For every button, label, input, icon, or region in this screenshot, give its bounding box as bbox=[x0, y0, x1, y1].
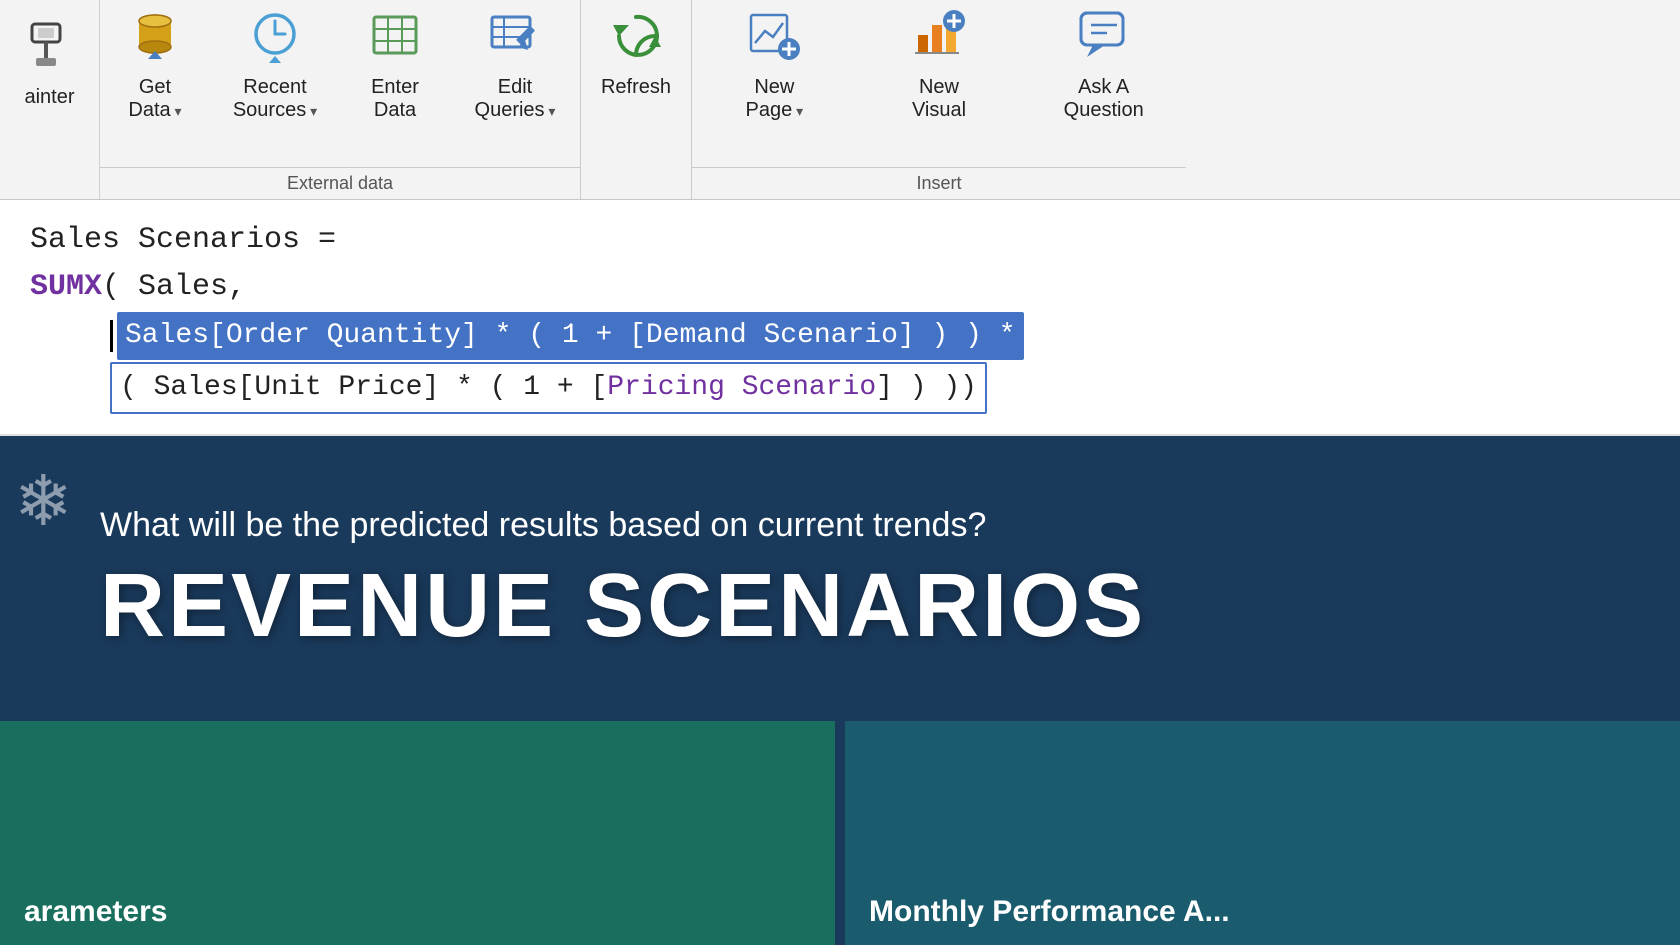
formula-sumx-rest: ( Sales, bbox=[102, 265, 246, 310]
new-page-button[interactable]: New Page ▾ bbox=[692, 0, 857, 167]
enter-data-label: Enter Data bbox=[371, 76, 419, 122]
revenue-question: What will be the predicted results based… bbox=[100, 506, 1620, 545]
ask-question-icon bbox=[1076, 8, 1132, 64]
painter-button[interactable]: ainter bbox=[12, 10, 88, 199]
formula-line-4: ( Sales[Unit Price] * ( 1 + [Pricing Sce… bbox=[110, 362, 1650, 414]
formula-line-3: Sales[Order Quantity] * ( 1 + [Demand Sc… bbox=[110, 312, 1650, 360]
lower-section: ❄ What will be the predicted results bas… bbox=[0, 436, 1680, 945]
formula-pricing: Pricing Scenario bbox=[607, 367, 876, 409]
edit-queries-icon bbox=[487, 8, 543, 64]
painter-section: ainter bbox=[0, 0, 100, 199]
recent-sources-button[interactable]: Recent Sources ▾ bbox=[210, 0, 340, 167]
toolbar: ainter bbox=[0, 0, 1680, 200]
refresh-icon bbox=[608, 8, 664, 64]
formula-sumx: SUMX bbox=[30, 265, 102, 310]
external-data-group: Get Data ▾ bbox=[100, 0, 581, 199]
painter-label: ainter bbox=[24, 86, 74, 109]
formula-line-1: Sales Scenarios = bbox=[30, 218, 1650, 263]
bottom-card-left-label: arameters bbox=[24, 895, 167, 929]
formula-line4-suffix: ] ) )) bbox=[876, 367, 977, 409]
recent-sources-icon bbox=[247, 8, 303, 64]
insert-group: New Page ▾ bbox=[692, 0, 1186, 199]
formula-line4-boxed: ( Sales[Unit Price] * ( 1 + [Pricing Sce… bbox=[110, 362, 987, 414]
painter-icon bbox=[22, 18, 78, 74]
external-data-label: External data bbox=[100, 167, 580, 199]
new-page-label: New Page ▾ bbox=[746, 76, 804, 122]
recent-sources-label: Recent Sources ▾ bbox=[233, 76, 317, 122]
revenue-title: REVENUE SCENARIOS bbox=[100, 561, 1620, 651]
ask-question-button[interactable]: Ask A Question bbox=[1021, 0, 1186, 167]
bottom-cards: arameters Monthly Performance A... bbox=[0, 721, 1680, 945]
new-visual-button[interactable]: New Visual bbox=[857, 0, 1022, 167]
get-data-label: Get Data ▾ bbox=[128, 76, 181, 122]
bottom-card-right[interactable]: Monthly Performance A... bbox=[845, 721, 1680, 945]
refresh-label: Refresh bbox=[601, 76, 671, 99]
formula-line-2: SUMX ( Sales, bbox=[30, 265, 1650, 310]
get-data-arrow: ▾ bbox=[171, 103, 182, 119]
enter-data-button[interactable]: Enter Data bbox=[340, 0, 450, 167]
bottom-card-right-label: Monthly Performance A... bbox=[869, 895, 1230, 929]
get-data-icon bbox=[127, 8, 183, 64]
new-page-icon bbox=[746, 8, 802, 64]
edit-queries-label: Edit Queries ▾ bbox=[475, 76, 556, 122]
enter-data-icon bbox=[367, 8, 423, 64]
formula-cursor bbox=[110, 320, 113, 352]
refresh-button[interactable]: Refresh bbox=[581, 0, 691, 171]
formula-line3-selected: Sales[Order Quantity] * ( 1 + [Demand Sc… bbox=[117, 312, 1024, 360]
get-data-button[interactable]: Get Data ▾ bbox=[100, 0, 210, 167]
new-visual-icon bbox=[911, 8, 967, 64]
ask-question-label: Ask A Question bbox=[1064, 76, 1144, 122]
formula-assignment: Sales Scenarios = bbox=[30, 218, 336, 263]
formula-editor[interactable]: Sales Scenarios = SUMX ( Sales, Sales[Or… bbox=[0, 200, 1680, 436]
edit-queries-button[interactable]: Edit Queries ▾ bbox=[450, 0, 580, 167]
revenue-banner: What will be the predicted results based… bbox=[0, 436, 1680, 711]
formula-line4-prefix: ( Sales[Unit Price] * ( 1 + [ bbox=[120, 367, 607, 409]
insert-label: Insert bbox=[692, 167, 1186, 199]
new-visual-label: New Visual bbox=[912, 76, 966, 122]
bottom-card-left[interactable]: arameters bbox=[0, 721, 835, 945]
